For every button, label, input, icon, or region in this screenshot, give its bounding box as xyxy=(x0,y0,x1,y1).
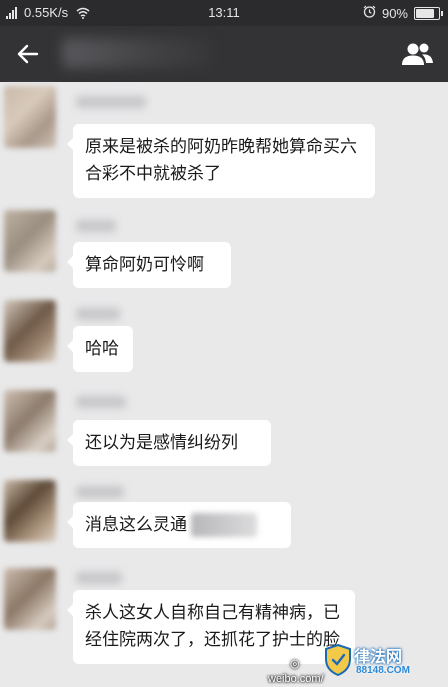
back-arrow-icon xyxy=(17,44,39,64)
battery-percent: 90% xyxy=(381,5,408,21)
sender-name-redacted xyxy=(76,396,126,408)
message-item: 消息这么灵通 xyxy=(0,478,448,558)
avatar[interactable] xyxy=(4,480,56,542)
sender-name-redacted xyxy=(76,220,116,232)
group-members-icon xyxy=(402,43,433,65)
chat-title-redacted xyxy=(62,38,212,68)
message-item: 还以为是感情纠纷列 xyxy=(0,388,448,468)
site-logo: 律法网 88148.COM xyxy=(324,641,442,681)
nav-bar xyxy=(0,26,448,82)
avatar[interactable] xyxy=(4,210,56,272)
avatar[interactable] xyxy=(4,300,56,362)
message-text: 还以为是感情纠纷列 xyxy=(85,433,238,453)
weibo-watermark: weibo.com/ xyxy=(268,673,324,685)
redacted-text xyxy=(191,513,257,537)
alarm-icon xyxy=(363,5,376,21)
sender-name-redacted xyxy=(76,96,146,108)
sender-name-redacted xyxy=(76,308,120,320)
back-button[interactable] xyxy=(10,38,46,70)
message-text: 哈哈 xyxy=(85,339,119,359)
status-bar: 0.55K/s 13:11 90% xyxy=(0,0,448,26)
message-bubble[interactable]: 原来是被杀的阿奶昨晚帮她算命买六合彩不中就被杀了 xyxy=(67,124,375,198)
battery-fill xyxy=(416,8,434,18)
message-bubble[interactable]: 还以为是感情纠纷列 xyxy=(67,420,271,466)
avatar[interactable] xyxy=(4,86,56,148)
message-item: 算命阿奶可怜啊 xyxy=(0,208,448,288)
message-bubble[interactable]: 哈哈 xyxy=(67,326,133,372)
group-members-button[interactable] xyxy=(398,38,438,70)
chat-screen: 0.55K/s 13:11 90% 原来是被杀的阿奶昨晚帮她算命买六合彩不中就被… xyxy=(0,0,448,687)
sender-name-redacted xyxy=(76,486,124,498)
status-right: 90% xyxy=(363,5,443,21)
message-bubble[interactable]: 消息这么灵通 xyxy=(67,502,291,548)
avatar[interactable] xyxy=(4,568,56,630)
battery-icon xyxy=(414,6,443,20)
message-text: 消息这么灵通 xyxy=(85,515,187,535)
message-item: 原来是被杀的阿奶昨晚帮她算命买六合彩不中就被杀了 xyxy=(0,82,448,202)
weibo-watermark-icon: ◎ xyxy=(290,657,300,670)
message-text: 杀人这女人自称自己有精神病，已经住院两次了，还抓花了护士的脸 xyxy=(85,603,340,650)
sender-name-redacted xyxy=(76,572,122,584)
message-list[interactable]: 原来是被杀的阿奶昨晚帮她算命买六合彩不中就被杀了 算命阿奶可怜啊 哈哈 还以为是… xyxy=(0,82,448,687)
message-text: 原来是被杀的阿奶昨晚帮她算命买六合彩不中就被杀了 xyxy=(85,137,357,184)
message-item: 哈哈 xyxy=(0,298,448,378)
shield-icon xyxy=(325,643,351,677)
avatar[interactable] xyxy=(4,390,56,452)
message-text: 算命阿奶可怜啊 xyxy=(85,255,204,275)
logo-subtext: 88148.COM xyxy=(356,665,410,676)
logo-text: 律法网 xyxy=(354,647,403,666)
message-bubble[interactable]: 杀人这女人自称自己有精神病，已经住院两次了，还抓花了护士的脸 xyxy=(67,590,355,664)
message-bubble[interactable]: 算命阿奶可怜啊 xyxy=(67,242,231,288)
